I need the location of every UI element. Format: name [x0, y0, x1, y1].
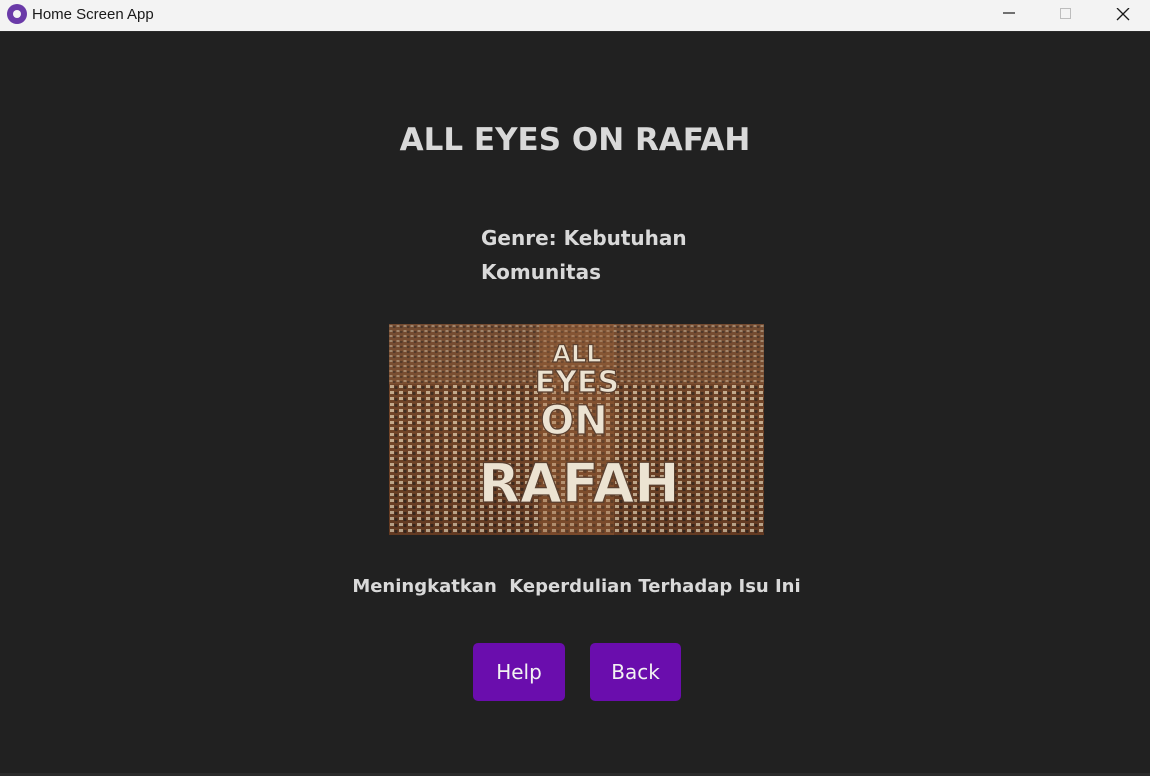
app-window: Home Screen App ALL EYES ON RAFAH Genre:… — [0, 0, 1150, 776]
close-icon — [1116, 8, 1130, 21]
close-button[interactable] — [1100, 0, 1146, 31]
page-title: ALL EYES ON RAFAH — [399, 122, 751, 158]
genre-label: Genre: Kebutuhan Komunitas — [481, 221, 696, 289]
maximize-button[interactable] — [1043, 0, 1089, 31]
minimize-icon — [1003, 12, 1015, 14]
main-content: ALL EYES ON RAFAH Genre: Kebutuhan Komun… — [0, 32, 1150, 776]
poster-text-all: ALL — [552, 340, 601, 368]
maximize-icon — [1060, 8, 1071, 19]
help-button[interactable]: Help — [473, 643, 565, 701]
genre-line-1: Genre: Kebutuhan — [481, 226, 687, 250]
poster-text-rafah: RAFAH — [478, 452, 679, 515]
minimize-button[interactable] — [986, 0, 1032, 31]
poster-image: ALL EYES ON RAFAH — [389, 324, 764, 535]
genre-line-2: Komunitas — [481, 260, 602, 284]
back-button[interactable]: Back — [590, 643, 681, 701]
window-title: Home Screen App — [32, 6, 154, 23]
title-bar[interactable]: Home Screen App — [0, 0, 1150, 32]
subtitle-text: Meningkatkan Keperdulian Terhadap Isu In… — [352, 576, 801, 597]
poster-graphic: ALL EYES ON RAFAH — [389, 324, 764, 535]
poster-text-eyes: EYES — [535, 365, 619, 400]
poster-text-on: ON — [540, 398, 607, 444]
app-logo-icon — [7, 4, 27, 24]
